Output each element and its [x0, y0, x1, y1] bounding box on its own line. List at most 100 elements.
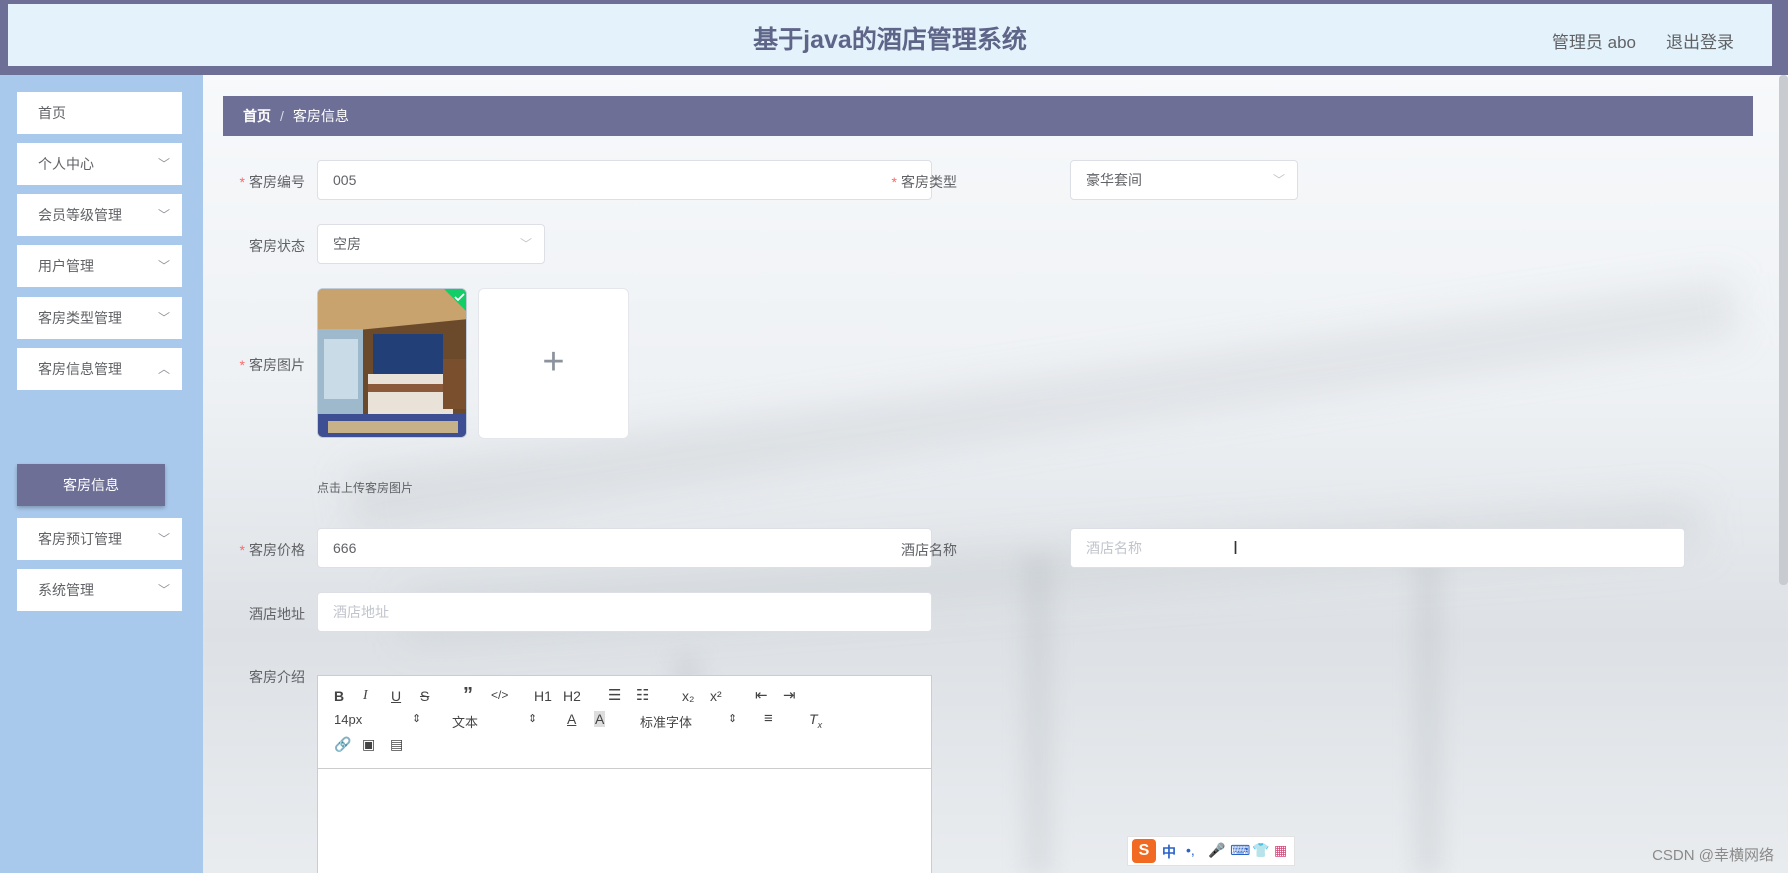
blockquote-icon[interactable]: ”	[463, 684, 473, 707]
sidebar-item-room-info[interactable]: 客房信息管理 ︿	[17, 348, 182, 390]
sidebar-item-label: 个人中心	[38, 156, 94, 172]
room-status-label: 客房状态	[249, 238, 305, 254]
sidebar: 首页 个人中心 ﹀ 会员等级管理 ﹀ 用户管理 ﹀ 客房类型管理 ﹀ 客房信息管理 ︿ 客…	[0, 75, 203, 873]
indent-icon[interactable]: ⇥	[783, 686, 796, 704]
room-no-label: * 客房编号	[239, 174, 305, 190]
upload-image-button[interactable]: +	[478, 288, 629, 439]
background-decoration	[1413, 535, 1443, 873]
microphone-icon[interactable]: 🎤	[1208, 842, 1225, 859]
chevron-down-icon: ﹀	[1272, 173, 1285, 187]
heading-1-icon[interactable]: H1	[534, 688, 552, 704]
font-color-icon[interactable]: A	[567, 711, 576, 727]
subscript-icon[interactable]: x₂	[682, 688, 694, 704]
clear-format-icon[interactable]: Tx	[809, 711, 822, 730]
ordered-list-icon[interactable]: ☰	[608, 686, 621, 704]
room-type-label: * 客房类型	[891, 174, 957, 190]
hotel-address-label: 酒店地址	[249, 606, 305, 622]
hotel-name-input[interactable]: 酒店名称	[1070, 528, 1685, 568]
breadcrumb-current: 客房信息	[292, 108, 349, 124]
top-header: 基于java的酒店管理系统 管理员 abo 退出登录	[0, 0, 1788, 75]
sidebar-item-home[interactable]: 首页	[17, 92, 182, 134]
hotel-address-input[interactable]: 酒店地址	[317, 592, 932, 632]
font-size-select[interactable]: 14px	[334, 712, 362, 727]
room-price-input[interactable]: 666	[317, 528, 932, 568]
font-family-arrows-icon: ⇕	[728, 713, 738, 725]
main-content: 首页 / 客房信息 * 客房编号 005 * 客房类型 豪华套间 ﹀ 客房状态 空房 ﹀ *…	[203, 75, 1788, 873]
sidebar-item-personal-center[interactable]: 个人中心 ﹀	[17, 143, 182, 185]
chevron-down-icon: ﹀	[157, 259, 170, 273]
punctuation-icon[interactable]: •,	[1186, 842, 1195, 858]
heading-2-icon[interactable]: H2	[563, 688, 581, 704]
room-image-label: * 客房图片	[239, 357, 305, 373]
background-color-icon[interactable]: A	[594, 711, 606, 727]
block-type-select[interactable]: 文本	[452, 712, 478, 731]
sidebar-item-system[interactable]: 系统管理 ﹀	[17, 569, 182, 611]
chevron-down-icon: ﹀	[157, 532, 170, 546]
room-status-select[interactable]: 空房 ﹀	[317, 224, 545, 264]
chevron-up-icon: ︿	[157, 362, 170, 376]
ime-toolbar[interactable]: S 中 •, 🎤 ⌨ 👕 ▦	[1127, 836, 1295, 866]
room-type-select[interactable]: 豪华套间 ﹀	[1070, 160, 1298, 200]
breadcrumb: 首页 / 客房信息	[223, 96, 1753, 136]
sidebar-item-label: 会员等级管理	[38, 207, 122, 223]
room-image-thumbnail[interactable]	[317, 288, 467, 438]
editor-toolbar: B I U S ” </> H1 H2 ☰ ☷ x₂ x² ⇤ ⇥ 14px ⇕…	[318, 676, 931, 769]
room-price-label: * 客房价格	[239, 542, 305, 558]
room-type-value: 豪华套间	[1086, 172, 1142, 188]
ime-mode-indicator[interactable]: 中	[1162, 842, 1176, 862]
text-cursor-icon: I	[1233, 538, 1239, 558]
italic-icon[interactable]: I	[363, 688, 368, 704]
font-size-arrows-icon: ⇕	[412, 713, 422, 725]
code-block-icon[interactable]: </>	[491, 688, 508, 702]
editor-content-area[interactable]	[318, 769, 931, 873]
breadcrumb-separator: /	[280, 108, 284, 124]
sidebar-subitem-room-info[interactable]: 客房信息	[17, 464, 165, 506]
hotel-room-photo	[318, 289, 466, 437]
font-family-select[interactable]: 标准字体	[640, 712, 692, 731]
strikethrough-icon[interactable]: S	[420, 688, 429, 704]
underline-icon[interactable]: U	[391, 688, 401, 704]
current-user: 管理员 abo	[1551, 33, 1636, 52]
align-icon[interactable]: ≡	[764, 710, 773, 727]
upload-tip: 点击上传客房图片	[317, 481, 414, 495]
chevron-down-icon: ﹀	[157, 583, 170, 597]
app-title: 基于java的酒店管理系统	[753, 26, 1027, 54]
breadcrumb-home[interactable]: 首页	[243, 108, 271, 124]
sidebar-item-label: 客房信息管理	[38, 361, 122, 377]
block-type-arrows-icon: ⇕	[528, 713, 538, 725]
sidebar-item-users[interactable]: 用户管理 ﹀	[17, 245, 182, 287]
watermark: CSDN @幸横网络	[1652, 847, 1774, 864]
keyboard-icon[interactable]: ⌨	[1230, 842, 1250, 859]
bullet-list-icon[interactable]: ☷	[636, 686, 649, 704]
chevron-down-icon: ﹀	[157, 157, 170, 171]
chevron-down-icon: ﹀	[157, 311, 170, 325]
sogou-logo-icon: S	[1132, 839, 1156, 863]
sidebar-item-label: 首页	[38, 105, 66, 121]
skin-icon[interactable]: 👕	[1252, 842, 1269, 859]
link-icon[interactable]: 🔗	[334, 736, 351, 753]
sidebar-item-label: 客房类型管理	[38, 310, 122, 326]
page-scrollbar[interactable]	[1779, 75, 1788, 585]
sidebar-item-label: 系统管理	[38, 582, 94, 598]
sidebar-item-member-level[interactable]: 会员等级管理 ﹀	[17, 194, 182, 236]
plus-icon: +	[542, 340, 565, 383]
sidebar-item-label: 客房预订管理	[38, 531, 122, 547]
hotel-name-label: 酒店名称	[901, 542, 957, 558]
chevron-down-icon: ﹀	[519, 237, 532, 251]
sidebar-item-bookings[interactable]: 客房预订管理 ﹀	[17, 518, 182, 560]
room-status-value: 空房	[333, 236, 361, 252]
superscript-icon[interactable]: x²	[710, 688, 722, 704]
rich-text-editor[interactable]: B I U S ” </> H1 H2 ☰ ☷ x₂ x² ⇤ ⇥ 14px ⇕…	[317, 675, 932, 873]
sidebar-item-room-types[interactable]: 客房类型管理 ﹀	[17, 297, 182, 339]
apps-grid-icon[interactable]: ▦	[1274, 842, 1287, 859]
room-no-input[interactable]: 005	[317, 160, 932, 200]
bold-icon[interactable]: B	[334, 688, 344, 704]
chevron-down-icon: ﹀	[157, 208, 170, 222]
background-decoration	[1023, 555, 1053, 873]
room-intro-label: 客房介绍	[249, 669, 305, 685]
logout-link[interactable]: 退出登录	[1666, 28, 1734, 53]
sidebar-item-label: 用户管理	[38, 258, 94, 274]
outdent-icon[interactable]: ⇤	[755, 686, 768, 704]
video-icon[interactable]: ▤	[390, 736, 403, 753]
image-icon[interactable]: ▣	[362, 736, 375, 753]
